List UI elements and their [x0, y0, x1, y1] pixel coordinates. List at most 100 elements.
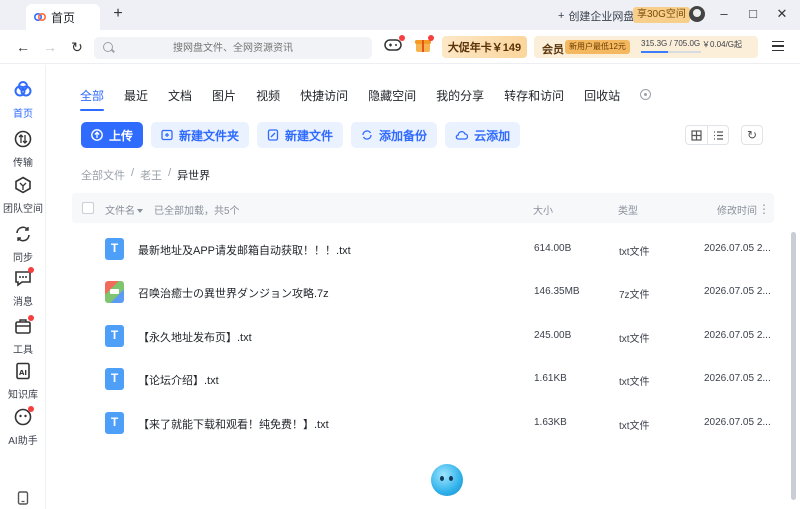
mobile-icon[interactable] — [17, 491, 29, 505]
sync-icon — [16, 226, 30, 242]
tab-saved-visits[interactable]: 转存和访问 — [504, 87, 564, 104]
tab-my-shares[interactable]: 我的分享 — [436, 87, 484, 104]
sidebar-item-message[interactable]: 消息 — [0, 267, 46, 308]
file-date: 2026.07.05 2... — [704, 330, 771, 341]
file-date: 2026.07.05 2... — [704, 286, 771, 297]
breadcrumb-current: 异世界 — [177, 170, 211, 182]
file-type: txt文件 — [619, 421, 650, 432]
team-icon — [15, 176, 31, 194]
refresh-list-button[interactable]: ↻ — [741, 125, 763, 145]
menu-icon[interactable] — [772, 41, 784, 51]
tab-quick-access[interactable]: 快捷访问 — [300, 87, 348, 104]
table-row[interactable]: 最新地址及APP请发邮箱自动获取！！！.txt 614.00B txt文件 20… — [72, 228, 774, 272]
tab-home[interactable]: 首页 — [26, 4, 100, 30]
vip-storage-card[interactable]: 会员 新用户最低12元 315.3G / 705.0G ￥0.04/G起 — [534, 36, 758, 58]
maximize-button[interactable]: □ — [743, 5, 763, 23]
sidebar-item-transfer[interactable]: 传输 — [0, 130, 46, 169]
refresh-icon: ↻ — [746, 128, 758, 142]
plus-icon: + — [558, 10, 565, 22]
file-type: txt文件 — [619, 377, 650, 388]
archive-file-icon — [105, 281, 124, 303]
new-folder-label: 新建文件夹 — [179, 128, 240, 143]
tab-title: 首页 — [51, 10, 76, 25]
search-input[interactable] — [94, 37, 372, 59]
column-date-header[interactable]: 修改时间 — [717, 202, 757, 217]
file-name[interactable]: 召唤治癒士の異世界ダンジョン攻略.7z — [138, 285, 329, 301]
column-type-header[interactable]: 类型 — [618, 202, 638, 217]
sidebar-item-sync[interactable]: 同步 — [0, 225, 46, 264]
sidebar-item-tools[interactable]: 工具 — [0, 315, 46, 356]
search-icon — [103, 42, 113, 52]
tab-recycle-bin[interactable]: 回收站 — [584, 87, 620, 104]
txt-file-icon — [105, 412, 124, 434]
storage-bar — [641, 51, 701, 53]
scrollbar[interactable] — [791, 232, 796, 500]
promo-badge[interactable]: 享30G空间 — [633, 7, 690, 23]
list-view-button[interactable] — [706, 126, 729, 144]
avatar[interactable] — [689, 6, 705, 22]
file-date: 2026.07.05 2... — [704, 373, 771, 384]
svg-text:AI: AI — [19, 369, 27, 377]
refresh-button[interactable]: ↻ — [68, 38, 86, 56]
notification-dot — [28, 267, 34, 273]
column-size-header[interactable]: 大小 — [533, 202, 553, 217]
tab-recent[interactable]: 最近 — [124, 87, 148, 104]
upload-icon — [91, 129, 103, 141]
tab-all[interactable]: 全部 — [80, 87, 105, 111]
vip-label: 会员 — [542, 44, 564, 56]
breadcrumb: 全部文件 / 老王 / 异世界 — [81, 167, 210, 183]
forward-button[interactable]: → — [41, 38, 59, 56]
column-more-icon[interactable]: ⋮ — [758, 202, 770, 216]
file-name[interactable]: 最新地址及APP请发邮箱自动获取！！！.txt — [138, 242, 351, 258]
file-date: 2026.07.05 2... — [704, 243, 771, 254]
tab-videos[interactable]: 视频 — [256, 87, 280, 104]
table-row[interactable]: 召唤治癒士の異世界ダンジョン攻略.7z 146.35MB 7z文件 2026.0… — [72, 271, 774, 315]
tab-hidden-space[interactable]: 隐藏空间 — [368, 87, 416, 104]
table-row[interactable]: 【来了就能下载和观看！纯免费！】.txt 1.63KB txt文件 2026.0… — [72, 402, 774, 446]
new-tab-button[interactable]: + — [110, 6, 126, 22]
notification-dot — [399, 35, 405, 41]
annual-card-promo[interactable]: 大促年卡￥149 — [442, 36, 527, 58]
storage-price: ￥0.04/G起 — [702, 40, 743, 49]
sidebar-item-knowledge[interactable]: AI 知识库 — [0, 362, 46, 401]
sidebar: 首页 传输 团队空间 同步 消息 工具 AI 知识库 AI助手 — [0, 65, 46, 509]
close-button[interactable]: ✕ — [772, 5, 792, 23]
file-size: 614.00B — [534, 243, 572, 254]
add-backup-button[interactable]: 添加备份 — [351, 122, 438, 148]
file-name[interactable]: 【论坛介绍】.txt — [138, 372, 219, 388]
file-date: 2026.07.05 2... — [704, 417, 771, 428]
file-type: txt文件 — [619, 334, 650, 345]
tab-documents[interactable]: 文档 — [168, 87, 192, 104]
category-tabs: 全部 最近 文档 图片 视频 快捷访问 隐藏空间 我的分享 转存和访问 回收站 — [80, 87, 652, 111]
sidebar-item-ai-assistant[interactable]: AI助手 — [0, 406, 46, 447]
add-backup-label: 添加备份 — [379, 128, 428, 143]
table-row[interactable]: 【永久地址发布页】.txt 245.00B txt文件 2026.07.05 2… — [72, 315, 774, 359]
breadcrumb-separator: / — [131, 167, 135, 179]
notification-dot — [428, 35, 434, 41]
upload-button[interactable]: 上传 — [81, 122, 144, 148]
sidebar-item-home[interactable]: 首页 — [0, 81, 46, 120]
tab-images[interactable]: 图片 — [212, 87, 236, 104]
sidebar-item-team[interactable]: 团队空间 — [0, 176, 46, 215]
minimize-button[interactable]: – — [714, 5, 734, 23]
action-bar: 上传 新建文件夹 新建文件 添加备份 云添加 — [81, 122, 521, 148]
select-all-checkbox[interactable] — [82, 202, 94, 214]
new-folder-button[interactable]: 新建文件夹 — [151, 122, 250, 148]
back-button[interactable]: ← — [14, 38, 32, 56]
table-row[interactable]: 【论坛介绍】.txt 1.61KB txt文件 2026.07.05 2... — [72, 358, 774, 402]
more-tabs-icon[interactable] — [640, 89, 652, 100]
create-enterprise-button[interactable]: + 创建企业网盘 — [558, 8, 634, 24]
breadcrumb-item[interactable]: 全部文件 — [81, 167, 125, 183]
grid-view-button[interactable] — [686, 126, 707, 144]
file-name[interactable]: 【来了就能下载和观看！纯免费！】.txt — [138, 416, 329, 432]
transfer-icon — [14, 130, 32, 148]
new-file-button[interactable]: 新建文件 — [257, 122, 344, 148]
breadcrumb-item[interactable]: 老王 — [140, 167, 162, 183]
sidebar-item-label: 传输 — [13, 158, 33, 169]
file-name[interactable]: 【永久地址发布页】.txt — [138, 329, 252, 345]
cloud-add-button[interactable]: 云添加 — [445, 122, 521, 148]
app-logo-icon — [34, 13, 46, 21]
assistant-mascot-icon[interactable] — [431, 464, 463, 496]
load-status: 已全部加载，共5个 — [154, 206, 240, 217]
column-name-header[interactable]: 文件名 — [105, 202, 143, 217]
